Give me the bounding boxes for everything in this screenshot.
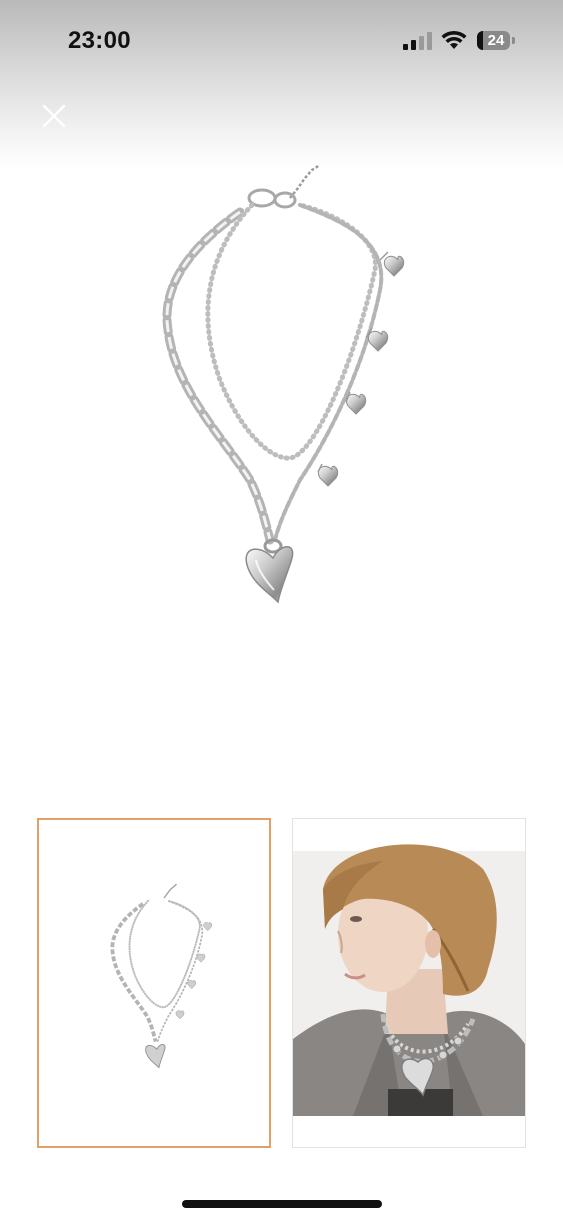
battery-fill: [477, 31, 483, 50]
cellular-signal-icon: [403, 32, 432, 50]
thumbnail-product-shot[interactable]: [37, 818, 271, 1148]
wifi-icon: [441, 30, 467, 49]
battery-cap: [512, 37, 515, 44]
status-time: 23:00: [68, 27, 131, 54]
status-bar: 23:00 24: [0, 0, 563, 80]
close-icon: [42, 104, 66, 128]
close-button[interactable]: [34, 96, 74, 136]
battery-level: 24: [487, 32, 505, 49]
home-indicator[interactable]: [182, 1200, 382, 1208]
thumbnail-model-shot[interactable]: [292, 818, 526, 1148]
main-product-image[interactable]: [140, 160, 430, 610]
battery-icon: 24: [477, 31, 510, 50]
